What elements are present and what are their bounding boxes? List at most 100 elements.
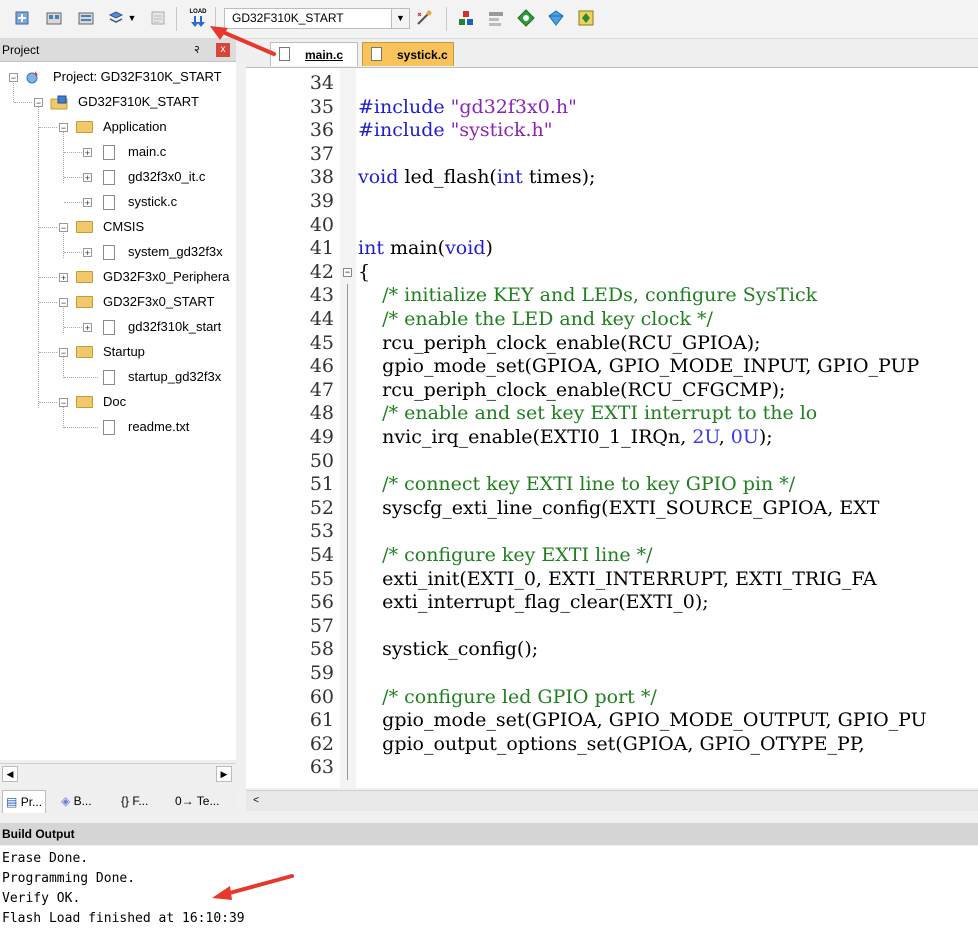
code-line[interactable]: 53 bbox=[246, 520, 978, 544]
translate-icon[interactable] bbox=[12, 8, 32, 28]
expander-icon[interactable]: + bbox=[83, 323, 92, 333]
build-line: Verify OK. bbox=[2, 891, 81, 906]
code-line[interactable]: 63 bbox=[246, 756, 978, 780]
code-line[interactable]: 56 exti_interrupt_flag_clear(EXTI_0); bbox=[246, 591, 978, 615]
tree-item-target[interactable]: − GD32F310K_START bbox=[0, 91, 236, 113]
expander-icon[interactable]: − bbox=[59, 123, 68, 133]
tree-item-startup[interactable]: − Startup bbox=[0, 341, 236, 363]
tab-main-c[interactable]: main.c bbox=[270, 42, 358, 66]
editor-scrollbar[interactable]: < bbox=[246, 790, 978, 811]
code-line[interactable]: 58 systick_config(); bbox=[246, 638, 978, 662]
tree-item-startup-s[interactable]: startup_gd32f3x bbox=[0, 366, 236, 388]
tree-item-systick-c[interactable]: + systick.c bbox=[0, 191, 236, 213]
rte-icon[interactable] bbox=[576, 8, 596, 28]
code-line[interactable]: 34 bbox=[246, 72, 978, 96]
expander-icon[interactable]: − bbox=[34, 98, 43, 108]
build-icon[interactable] bbox=[44, 8, 64, 28]
pack-installer-icon[interactable] bbox=[516, 8, 536, 28]
expander-icon[interactable]: + bbox=[83, 248, 92, 258]
scroll-left-icon[interactable]: < bbox=[248, 793, 264, 809]
tree-label: main.c bbox=[128, 144, 167, 159]
code-line[interactable]: 51 /* connect key EXTI line to key GPIO … bbox=[246, 473, 978, 497]
expander-icon[interactable]: + bbox=[83, 148, 92, 158]
expander-icon[interactable]: + bbox=[83, 198, 92, 208]
annotation-arrow-icon bbox=[210, 26, 276, 56]
tree-label: systick.c bbox=[128, 194, 178, 209]
tree-item-it-c[interactable]: + gd32f3x0_it.c bbox=[0, 166, 236, 188]
code-line[interactable]: 60 /* configure led GPIO port */ bbox=[246, 686, 978, 710]
tree-item-start-group[interactable]: − GD32F3x0_START bbox=[0, 291, 236, 313]
tab-books[interactable]: ◈ B... bbox=[58, 790, 95, 812]
code-line[interactable]: 48 /* enable and set key EXTI interrupt … bbox=[246, 402, 978, 426]
rebuild-icon[interactable] bbox=[76, 8, 96, 28]
code-text: nvic_irq_enable(EXTI0_1_IRQn, 2U, 0U); bbox=[358, 426, 773, 448]
code-line[interactable]: 39 bbox=[246, 190, 978, 214]
code-line[interactable]: 61 gpio_mode_set(GPIOA, GPIO_MODE_OUTPUT… bbox=[246, 709, 978, 733]
stop-build-icon[interactable] bbox=[148, 8, 168, 28]
scroll-left-icon[interactable]: ◀ bbox=[2, 766, 18, 782]
code-editor[interactable]: 34 35 #include "gd32f3x0.h" 36 #include "sys… bbox=[246, 68, 978, 788]
expander-icon[interactable]: − bbox=[59, 398, 68, 408]
tree-item-start-c[interactable]: + gd32f310k_start bbox=[0, 316, 236, 338]
code-line[interactable]: 37 bbox=[246, 143, 978, 167]
expander-icon[interactable]: + bbox=[83, 173, 92, 183]
manage-components-icon[interactable] bbox=[456, 8, 476, 28]
fold-collapse-icon[interactable]: − bbox=[343, 267, 352, 277]
code-line[interactable]: 41 int main(void) bbox=[246, 237, 978, 261]
code-line[interactable]: 50 bbox=[246, 450, 978, 474]
tree-item-doc[interactable]: − Doc bbox=[0, 391, 236, 413]
code-line[interactable]: 38 void led_flash(int times); bbox=[246, 166, 978, 190]
code-line[interactable]: 47 rcu_periph_clock_enable(RCU_CFGCMP); bbox=[246, 379, 978, 403]
tree-item-peripherals[interactable]: + GD32F3x0_Periphera bbox=[0, 266, 236, 288]
line-number: 52 bbox=[309, 496, 334, 519]
tab-systick-c[interactable]: systick.c bbox=[362, 42, 454, 66]
tree-label: CMSIS bbox=[103, 219, 145, 234]
expander-icon[interactable]: − bbox=[9, 73, 18, 83]
code-line[interactable]: 55 exti_init(EXTI_0, EXTI_INTERRUPT, EXT… bbox=[246, 568, 978, 592]
expander-icon[interactable]: − bbox=[59, 298, 68, 308]
project-tree-scrollbar[interactable]: ◀ ▶ bbox=[0, 763, 236, 784]
select-packs-icon[interactable] bbox=[546, 8, 566, 28]
expander-icon[interactable]: − bbox=[59, 223, 68, 233]
tree-item-system-c[interactable]: + system_gd32f3x bbox=[0, 241, 236, 263]
file-extensions-icon[interactable] bbox=[486, 8, 506, 28]
code-line[interactable]: 44 /* enable the LED and key clock */ bbox=[246, 308, 978, 332]
expander-icon[interactable]: − bbox=[59, 348, 68, 358]
code-line[interactable]: 45 rcu_periph_clock_enable(RCU_GPIOA); bbox=[246, 332, 978, 356]
dropdown-arrow-icon[interactable]: ▼ bbox=[126, 8, 138, 28]
code-line[interactable]: 62 gpio_output_options_set(GPIOA, GPIO_O… bbox=[246, 733, 978, 757]
code-line[interactable]: 52 syscfg_exti_line_config(EXTI_SOURCE_G… bbox=[246, 497, 978, 521]
tab-label: 0→ Te... bbox=[175, 794, 220, 808]
code-text: int main(void) bbox=[358, 237, 493, 260]
code-line[interactable]: 40 bbox=[246, 214, 978, 238]
tab-templates[interactable]: 0→ Te... bbox=[172, 790, 222, 812]
file-icon bbox=[103, 420, 115, 435]
code-line[interactable]: 49 nvic_irq_enable(EXTI0_1_IRQn, 2U, 0U)… bbox=[246, 426, 978, 450]
tree-item-cmsis[interactable]: − CMSIS bbox=[0, 216, 236, 238]
pin-icon[interactable]: २ bbox=[194, 39, 200, 61]
code-line[interactable]: 46 gpio_mode_set(GPIOA, GPIO_MODE_INPUT,… bbox=[246, 355, 978, 379]
tree-item-main-c[interactable]: + main.c bbox=[0, 141, 236, 163]
code-line[interactable]: 42 { bbox=[246, 261, 978, 285]
tree-item-project[interactable]: − Project: GD32F310K_START bbox=[0, 66, 236, 88]
batch-build-icon[interactable] bbox=[106, 8, 126, 28]
tree-item-application[interactable]: − Application bbox=[0, 116, 236, 138]
code-text: rcu_periph_clock_enable(RCU_CFGCMP); bbox=[358, 378, 786, 401]
tab-functions[interactable]: {} F... bbox=[118, 790, 151, 812]
code-line[interactable]: 54 /* configure key EXTI line */ bbox=[246, 544, 978, 568]
build-line: Flash Load finished at 16:10:39 bbox=[2, 911, 245, 926]
code-line[interactable]: 59 bbox=[246, 662, 978, 686]
scroll-right-icon[interactable]: ▶ bbox=[216, 766, 232, 782]
line-number: 46 bbox=[309, 355, 334, 378]
chevron-down-icon[interactable]: ▼ bbox=[391, 9, 409, 28]
code-line[interactable]: 43 /* initialize KEY and LEDs, configure… bbox=[246, 284, 978, 308]
tab-project[interactable]: ▤ Pr... bbox=[2, 790, 47, 813]
expander-icon[interactable]: + bbox=[59, 273, 68, 283]
panel-splitter[interactable] bbox=[236, 39, 246, 815]
project-icon bbox=[26, 71, 38, 84]
code-line[interactable]: 35 #include "gd32f3x0.h" bbox=[246, 96, 978, 120]
code-line[interactable]: 36 #include "systick.h" bbox=[246, 119, 978, 143]
target-options-icon[interactable] bbox=[414, 8, 434, 28]
tree-item-readme[interactable]: readme.txt bbox=[0, 416, 236, 438]
code-line[interactable]: 57 bbox=[246, 615, 978, 639]
